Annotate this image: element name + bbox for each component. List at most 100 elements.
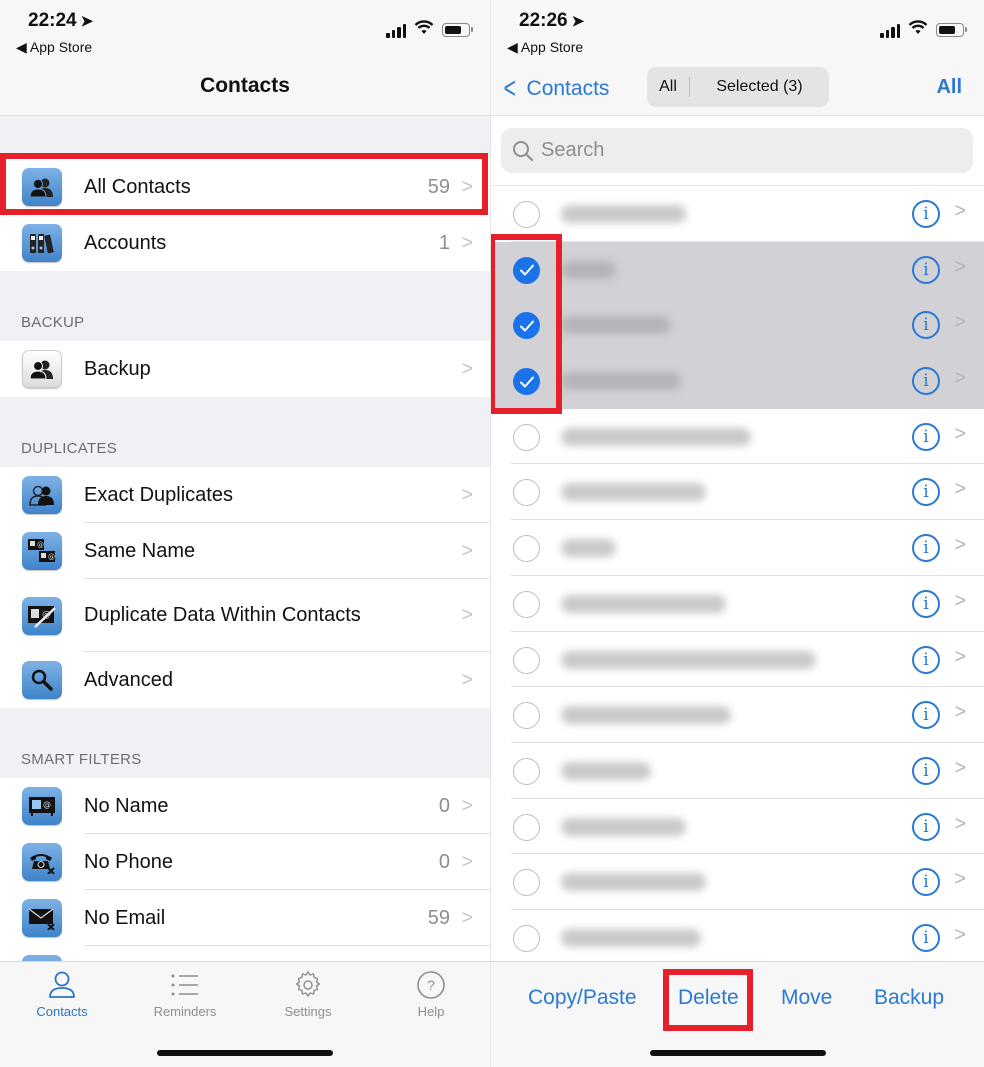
cellular-signal-icon bbox=[386, 24, 406, 38]
contact-row[interactable]: i > bbox=[491, 241, 984, 298]
contact-row[interactable]: i > bbox=[491, 297, 984, 354]
segment-all[interactable]: All bbox=[647, 78, 689, 96]
empty-circle-icon[interactable] bbox=[513, 869, 540, 897]
chevron-right-icon: > bbox=[461, 906, 473, 929]
row-label: Advanced bbox=[84, 668, 173, 691]
menu-row-no-name[interactable]: @ No Name 0 > bbox=[0, 778, 490, 834]
duplicate-people-icon bbox=[22, 476, 62, 514]
move-button[interactable]: Move bbox=[781, 986, 832, 1010]
chevron-right-icon: > bbox=[461, 604, 473, 626]
search-field[interactable] bbox=[501, 128, 973, 173]
info-icon[interactable]: i bbox=[912, 255, 940, 284]
info-icon[interactable]: i bbox=[912, 589, 940, 618]
menu-row-duplicate-data[interactable]: @ Duplicate Data Within Contacts > bbox=[0, 579, 490, 652]
contact-row[interactable]: i > bbox=[491, 186, 984, 242]
back-app-label: App Store bbox=[29, 39, 93, 55]
search-area bbox=[491, 117, 984, 186]
contact-name-redacted bbox=[561, 483, 706, 502]
delete-button[interactable]: Delete bbox=[678, 986, 739, 1010]
info-icon[interactable]: i bbox=[912, 868, 940, 897]
info-icon[interactable]: i bbox=[912, 534, 940, 563]
info-icon[interactable]: i bbox=[912, 367, 940, 396]
contact-name-redacted bbox=[561, 873, 706, 892]
contact-row[interactable]: i > bbox=[491, 798, 984, 855]
info-icon[interactable]: i bbox=[912, 311, 940, 340]
page-title: Contacts bbox=[200, 74, 290, 97]
empty-circle-icon[interactable] bbox=[513, 590, 540, 618]
chevron-right-icon: > bbox=[461, 231, 473, 254]
time-text: 22:24 bbox=[28, 10, 77, 31]
tab-reminders[interactable]: Reminders bbox=[135, 970, 235, 1019]
empty-circle-icon[interactable] bbox=[513, 757, 540, 785]
chevron-right-icon: > bbox=[954, 311, 966, 334]
menu-row-same-name[interactable]: @ @ Same Name > bbox=[0, 523, 490, 579]
contact-row[interactable]: i > bbox=[491, 353, 984, 409]
info-icon[interactable]: i bbox=[912, 200, 940, 228]
menu-row-no-email[interactable]: No Email 59 > bbox=[0, 890, 490, 946]
empty-circle-icon[interactable] bbox=[513, 479, 540, 507]
menu-row-backup[interactable]: Backup > bbox=[0, 341, 490, 397]
checkmark-circle-icon[interactable] bbox=[513, 312, 540, 340]
menu-row-exact-duplicates[interactable]: Exact Duplicates > bbox=[0, 467, 490, 523]
contact-name-redacted bbox=[561, 205, 686, 223]
svg-text:?: ? bbox=[427, 977, 435, 993]
contact-row[interactable]: i > bbox=[491, 854, 984, 910]
row-label: No Email bbox=[84, 906, 166, 929]
no-email-icon bbox=[22, 899, 62, 937]
chevron-right-icon: > bbox=[954, 367, 966, 390]
empty-circle-icon[interactable] bbox=[513, 535, 540, 563]
back-button[interactable]: < Contacts bbox=[501, 74, 610, 104]
location-arrow-icon: ➤ bbox=[80, 13, 94, 30]
menu-row-no-phone[interactable]: No Phone 0 > bbox=[0, 834, 490, 890]
segment-selected[interactable]: Selected (3) bbox=[690, 78, 829, 96]
menu-row-all-contacts[interactable]: All Contacts 59 > bbox=[0, 159, 490, 215]
back-to-app-store[interactable]: ◀ App Store bbox=[16, 39, 92, 56]
info-icon[interactable]: i bbox=[912, 923, 940, 952]
empty-circle-icon[interactable] bbox=[513, 201, 540, 228]
info-icon[interactable]: i bbox=[912, 812, 940, 841]
status-time: 22:26 ➤ bbox=[519, 10, 584, 32]
menu-row-advanced[interactable]: Advanced > bbox=[0, 652, 490, 708]
empty-circle-icon[interactable] bbox=[513, 813, 540, 841]
home-indicator bbox=[157, 1050, 333, 1056]
cellular-signal-icon bbox=[880, 24, 900, 38]
tab-contacts[interactable]: Contacts bbox=[12, 970, 112, 1019]
contact-row[interactable]: i > bbox=[491, 742, 984, 799]
empty-circle-icon[interactable] bbox=[513, 924, 540, 952]
nav-bar: < Contacts All Selected (3) All bbox=[491, 60, 984, 116]
contact-row[interactable]: i > bbox=[491, 520, 984, 576]
chevron-right-icon: > bbox=[954, 812, 966, 835]
contact-selection-screen: 22:26 ➤ ◀ App Store < Contacts All Selecte… bbox=[490, 0, 984, 1067]
contact-row[interactable]: i > bbox=[491, 408, 984, 465]
search-input[interactable] bbox=[541, 139, 921, 162]
info-icon[interactable]: i bbox=[912, 756, 940, 785]
tab-help[interactable]: ? Help bbox=[381, 970, 481, 1019]
section-header-backup: BACKUP bbox=[0, 271, 490, 341]
info-icon[interactable]: i bbox=[912, 478, 940, 507]
empty-circle-icon[interactable] bbox=[513, 423, 540, 451]
info-icon[interactable]: i bbox=[912, 701, 940, 730]
svg-text:@: @ bbox=[48, 553, 55, 561]
tab-settings[interactable]: Settings bbox=[258, 970, 358, 1019]
checkmark-circle-icon[interactable] bbox=[513, 256, 540, 284]
info-icon[interactable]: i bbox=[912, 422, 940, 451]
contact-row[interactable]: i > bbox=[491, 575, 984, 632]
contact-row[interactable]: i > bbox=[491, 909, 984, 966]
backup-button[interactable]: Backup bbox=[874, 986, 944, 1010]
empty-circle-icon[interactable] bbox=[513, 646, 540, 674]
empty-circle-icon[interactable] bbox=[513, 702, 540, 730]
menu-row-accounts[interactable]: Accounts 1 > bbox=[0, 215, 490, 271]
info-icon[interactable]: i bbox=[912, 645, 940, 674]
chevron-right-icon: > bbox=[954, 645, 966, 668]
row-label: Backup bbox=[84, 357, 151, 380]
copy-paste-button[interactable]: Copy/Paste bbox=[528, 986, 637, 1010]
contact-name-redacted bbox=[561, 706, 731, 725]
contact-row[interactable]: i > bbox=[491, 631, 984, 688]
time-text: 22:26 bbox=[519, 10, 568, 31]
contact-row[interactable]: i > bbox=[491, 464, 984, 521]
gear-icon bbox=[295, 971, 321, 997]
back-to-app-store[interactable]: ◀ App Store bbox=[507, 39, 583, 56]
select-all-button[interactable]: All bbox=[936, 76, 962, 99]
contact-row[interactable]: i > bbox=[491, 687, 984, 743]
checkmark-circle-icon[interactable] bbox=[513, 368, 540, 396]
